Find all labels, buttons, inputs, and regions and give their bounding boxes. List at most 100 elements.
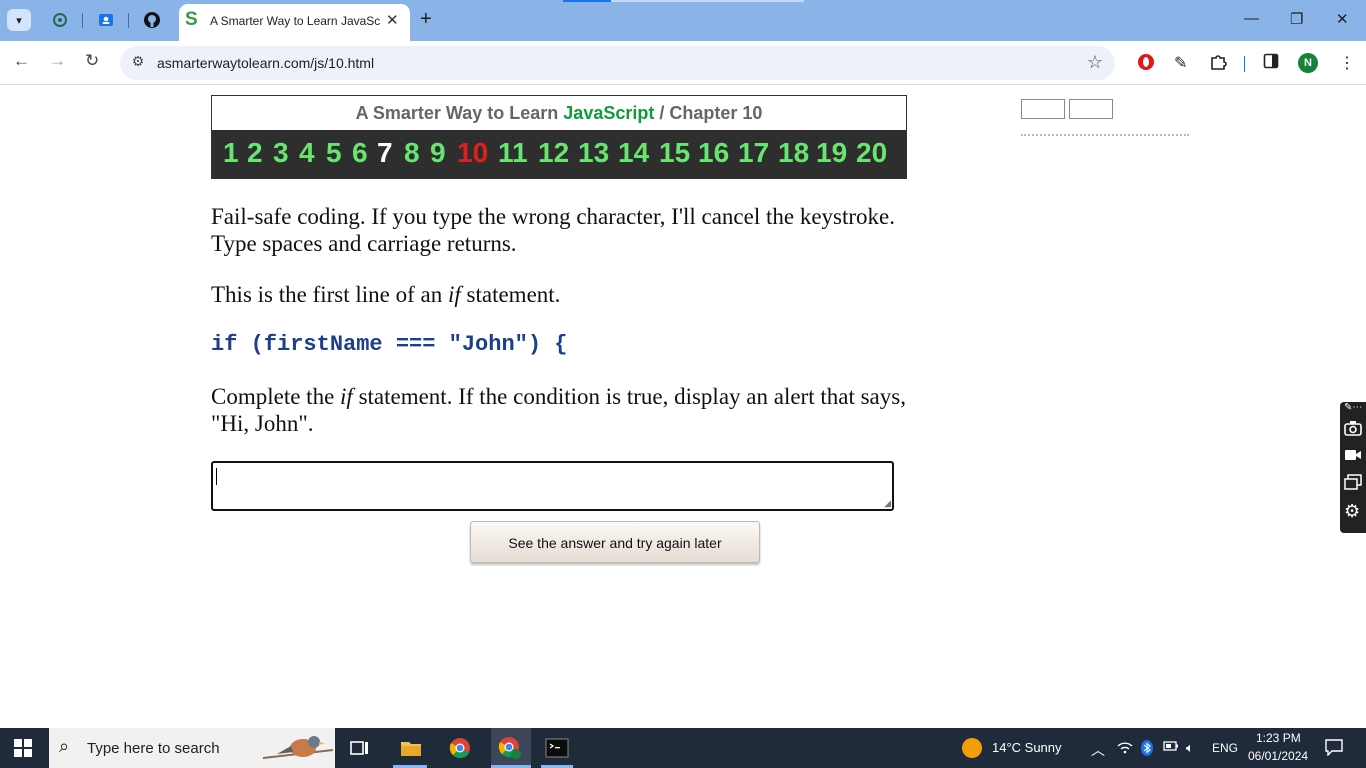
site-info-icon[interactable]: ⚙	[128, 53, 148, 73]
bird-illustration-icon	[263, 736, 333, 759]
chapter-link[interactable]: 20	[856, 137, 887, 169]
chapter-link[interactable]: 19	[816, 137, 847, 169]
contact-card-icon	[99, 14, 113, 26]
chatgpt-icon	[53, 13, 67, 27]
back-arrow-icon[interactable]: ←	[13, 51, 30, 71]
site-favicon-icon: S	[185, 9, 198, 30]
file-explorer-icon[interactable]	[399, 736, 423, 760]
clock-time[interactable]: 1:23 PM	[1256, 731, 1301, 745]
opera-extension-icon[interactable]	[1137, 53, 1155, 76]
pinned-tab-github[interactable]	[140, 9, 164, 31]
course-title: A Smarter Way to Learn JavaScript / Chap…	[212, 96, 906, 130]
instructions-paragraph: Fail-safe coding. If you type the wrong …	[211, 203, 895, 257]
browser-tab-bar: ▾ S A Smarter Way to Learn JavaScript ✕ …	[0, 0, 1366, 41]
screen-capture-toolbar: ✎⋯ ⚙	[1340, 402, 1366, 533]
task-paragraph: Complete the if statement. If the condit…	[211, 383, 906, 437]
task-text-end: statement. If the condition is true, dis…	[352, 384, 906, 409]
battery-icon[interactable]	[1163, 740, 1179, 755]
browser-toolbar: ← → ↻ ⚙ asmarterwaytolearn.com/js/10.htm…	[0, 41, 1366, 85]
side-box-right[interactable]	[1069, 99, 1113, 119]
chapter-link[interactable]: 12	[538, 137, 569, 169]
chapter-link[interactable]: 15	[659, 137, 690, 169]
tab-separator	[82, 13, 83, 28]
bluetooth-icon[interactable]	[1141, 740, 1153, 759]
camera-icon[interactable]	[1344, 420, 1362, 440]
weather-text[interactable]: 14°C Sunny	[992, 740, 1062, 755]
tab-search-chevron-icon[interactable]: ▾	[7, 9, 31, 31]
see-answer-button[interactable]: See the answer and try again later	[470, 521, 760, 563]
chapter-link[interactable]: 11	[498, 137, 528, 169]
side-panel-icon[interactable]	[1263, 53, 1279, 74]
profile-avatar[interactable]: N	[1298, 53, 1318, 73]
first-line-paragraph: This is the first line of an if statemen…	[211, 281, 560, 308]
chapter-link[interactable]: 5	[326, 137, 342, 169]
tab-separator	[128, 13, 129, 28]
resize-grip-icon[interactable]: ◢	[884, 499, 891, 508]
code-line: if (firstName === "John") {	[211, 332, 568, 357]
address-bar[interactable]: ⚙ asmarterwaytolearn.com/js/10.html ☆	[120, 46, 1115, 80]
chapter-link-seen[interactable]: 7	[377, 137, 393, 169]
url-text[interactable]: asmarterwaytolearn.com/js/10.html	[157, 55, 374, 71]
video-camera-icon[interactable]	[1344, 448, 1362, 466]
tab-strip-highlight	[563, 0, 611, 2]
pinned-tab-contacts[interactable]	[94, 9, 118, 31]
side-box-left[interactable]	[1021, 99, 1065, 119]
notifications-icon[interactable]	[1325, 738, 1343, 759]
instructions-line-1: Fail-safe coding. If you type the wrong …	[211, 204, 896, 229]
pinned-tab-chatgpt[interactable]	[48, 9, 72, 31]
search-icon: ⌕	[59, 736, 70, 756]
chapter-link[interactable]: 17	[738, 137, 769, 169]
network-icon[interactable]	[1117, 740, 1133, 757]
title-separator: /	[654, 103, 670, 123]
chapter-link[interactable]: 13	[578, 137, 609, 169]
chapter-link[interactable]: 4	[299, 137, 315, 169]
course-title-javascript[interactable]: JavaScript	[563, 103, 654, 123]
new-tab-plus-icon[interactable]: +	[420, 8, 432, 31]
toolbar-more-icon[interactable]: ✎⋯	[1344, 402, 1362, 413]
restore-icon[interactable]: ❐	[1290, 10, 1303, 28]
chapter-link[interactable]: 14	[618, 137, 649, 169]
settings-gear-icon[interactable]: ⚙	[1344, 501, 1360, 522]
chapter-link[interactable]: 16	[698, 137, 729, 169]
chapter-link[interactable]: 9	[430, 137, 446, 169]
chapter-link-current[interactable]: 10	[457, 137, 488, 169]
volume-icon[interactable]: 🔈︎	[1186, 740, 1194, 756]
chapter-link[interactable]: 3	[273, 137, 289, 169]
task-text: Complete the	[211, 384, 341, 409]
window-capture-icon[interactable]	[1344, 474, 1362, 494]
chapter-link[interactable]: 2	[247, 137, 263, 169]
show-hidden-icons-chevron-icon[interactable]: ︿	[1091, 740, 1105, 760]
course-header: A Smarter Way to Learn JavaScript / Chap…	[211, 95, 907, 179]
chapter-link[interactable]: 6	[352, 137, 368, 169]
windows-taskbar: ⌕ Type here to search	[0, 728, 1366, 768]
task-view-icon[interactable]	[348, 736, 372, 760]
extensions-puzzle-icon[interactable]	[1209, 53, 1227, 76]
bookmark-star-icon[interactable]: ☆	[1087, 52, 1103, 73]
text-caret	[216, 468, 217, 485]
browser-menu-icon[interactable]: ⋮	[1339, 53, 1355, 73]
clock-date[interactable]: 06/01/2024	[1248, 749, 1308, 763]
close-tab-icon[interactable]: ✕	[386, 11, 399, 29]
first-line-text: This is the first line of an	[211, 282, 448, 307]
if-keyword: if	[340, 384, 353, 409]
taskbar-search-box[interactable]: ⌕ Type here to search	[49, 728, 335, 768]
chrome-icon[interactable]	[448, 736, 472, 760]
windows-start-icon[interactable]	[14, 739, 32, 762]
forward-arrow-icon[interactable]: →	[49, 51, 66, 71]
active-tab[interactable]: S A Smarter Way to Learn JavaScript ✕	[179, 4, 410, 41]
search-placeholder[interactable]: Type here to search	[87, 740, 220, 757]
weather-sun-icon[interactable]	[962, 738, 982, 758]
eyedropper-extension-icon[interactable]: ✎	[1174, 53, 1187, 73]
close-window-icon[interactable]: ✕	[1336, 10, 1349, 28]
chapter-link[interactable]: 18	[778, 137, 809, 169]
reload-icon[interactable]: ↻	[85, 51, 99, 71]
minimize-icon[interactable]: —	[1244, 10, 1259, 27]
terminal-icon[interactable]	[545, 736, 569, 760]
github-icon	[144, 12, 160, 28]
course-title-prefix: A Smarter Way to Learn	[355, 103, 564, 123]
chapter-link[interactable]: 8	[404, 137, 420, 169]
chapter-link[interactable]: 1	[223, 137, 239, 169]
language-indicator[interactable]: ENG	[1212, 741, 1238, 755]
answer-textarea[interactable]: ◢	[211, 461, 894, 511]
chrome-profile-n-icon[interactable]	[498, 736, 522, 760]
